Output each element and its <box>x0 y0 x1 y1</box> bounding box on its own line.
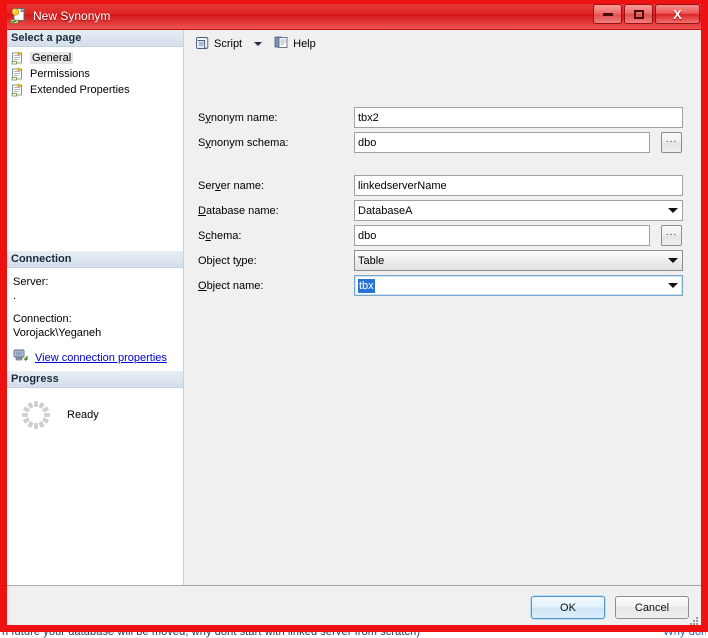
object-type-label: Object type: <box>184 255 354 267</box>
help-label: Help <box>293 37 316 50</box>
label-pre: Ser <box>198 179 216 192</box>
server-name-label: Server name: <box>184 180 354 192</box>
resize-grip-icon[interactable] <box>688 615 700 627</box>
server-name-input[interactable]: linkedserverName <box>354 175 683 196</box>
select-a-page-header: Select a page <box>5 30 183 47</box>
sidebar-item-extended-properties[interactable]: Extended Properties <box>9 82 183 98</box>
form-row-object-type: Object type: Table <box>184 250 703 271</box>
close-icon: X <box>673 6 682 22</box>
schema-label: Schema: <box>184 230 354 242</box>
new-synonym-dialog: New Synonym X Select a page General Perm… <box>4 2 704 630</box>
synonym-schema-input[interactable]: dbo <box>354 132 650 153</box>
minimize-button[interactable] <box>593 4 622 24</box>
database-name-value: DatabaseA <box>358 204 413 217</box>
script-icon <box>195 35 210 53</box>
synonym-icon <box>10 7 26 24</box>
dialog-toolbar: Script Help <box>184 30 703 57</box>
view-connection-properties-row[interactable]: View connection properties <box>13 349 183 367</box>
sidebar-item-label: Extended Properties <box>30 84 130 96</box>
label-pre: Object t <box>198 254 236 267</box>
connection-value: Vorojack\Yeganeh <box>13 327 102 339</box>
view-connection-properties-link[interactable]: View connection properties <box>35 351 167 365</box>
server-name-value: linkedserverName <box>358 179 447 192</box>
page-list: General Permissions Extended Properties <box>5 47 183 98</box>
server-block: Server: . <box>13 275 183 303</box>
synonym-name-value: tbx2 <box>358 111 379 124</box>
label-post: atabase name: <box>205 204 279 217</box>
page-icon <box>11 51 25 65</box>
synonym-schema-value: dbo <box>358 136 377 149</box>
help-icon <box>274 35 289 53</box>
window-controls: X <box>593 4 700 24</box>
form-row-schema: Schema: dbo ... <box>184 225 703 246</box>
label-post: nonym schema: <box>210 136 289 149</box>
server-label: Server: <box>13 276 49 288</box>
script-label: Script <box>214 37 243 50</box>
minimize-icon <box>602 12 613 16</box>
ok-button[interactable]: OK <box>531 596 605 619</box>
form-row-synonym-schema: Synonym schema: dbo ... <box>184 132 703 153</box>
label-accel: D <box>198 204 206 217</box>
dialog-body: Select a page General Permissions Extend… <box>5 30 703 585</box>
left-pane: Select a page General Permissions Extend… <box>5 30 184 585</box>
chevron-down-icon[interactable] <box>254 41 263 46</box>
form-row-object-name: Object name: tbx <box>184 275 703 296</box>
server-value: . <box>13 290 17 302</box>
object-name-value: tbx <box>358 278 375 293</box>
window-title: New Synonym <box>33 9 111 23</box>
progress-spinner-icon <box>19 398 53 432</box>
sidebar-item-label: Permissions <box>30 68 90 80</box>
form-row-synonym-name: Synonym name: tbx2 <box>184 107 703 128</box>
chevron-down-icon[interactable] <box>668 258 678 263</box>
sidebar-bottom-spacer <box>5 432 183 585</box>
database-name-label: Database name: <box>184 205 354 217</box>
object-type-combobox[interactable]: Table <box>354 250 683 271</box>
form-area: Synonym name: tbx2 Synonym schema: dbo .… <box>184 57 703 585</box>
server-connection-icon <box>13 349 29 367</box>
label-post: nonym name: <box>210 111 278 124</box>
label-post: hema: <box>210 229 242 242</box>
chevron-down-icon[interactable] <box>668 208 678 213</box>
label-post: er name: <box>220 179 265 192</box>
script-button[interactable]: Script <box>192 33 245 54</box>
connection-label: Connection: <box>13 313 72 325</box>
database-name-combobox[interactable]: DatabaseA <box>354 200 683 221</box>
schema-input[interactable]: dbo <box>354 225 650 246</box>
object-name-combobox[interactable]: tbx <box>354 275 683 296</box>
progress-status: Ready <box>67 409 99 421</box>
help-button[interactable]: Help <box>271 33 319 54</box>
label-post: bject name: <box>206 279 264 292</box>
form-row-database-name: Database name: DatabaseA <box>184 200 703 221</box>
form-row-server-name: Server name: linkedserverName <box>184 175 703 196</box>
schema-browse-button[interactable]: ... <box>661 225 682 246</box>
schema-value: dbo <box>358 229 377 242</box>
close-button[interactable]: X <box>655 4 700 24</box>
sidebar-item-permissions[interactable]: Permissions <box>9 66 183 82</box>
progress-info: Ready <box>5 388 183 432</box>
right-pane: Script Help Synonym name: tbx2 Synonym s… <box>184 30 703 585</box>
label-accel: O <box>198 279 207 292</box>
synonym-schema-browse-button[interactable]: ... <box>661 132 682 153</box>
label-post: pe: <box>241 254 257 267</box>
title-bar[interactable]: New Synonym X <box>5 3 703 30</box>
cancel-button[interactable]: Cancel <box>615 596 689 619</box>
synonym-schema-label: Synonym schema: <box>184 137 354 149</box>
sidebar-item-label: General <box>30 52 74 64</box>
maximize-button[interactable] <box>624 4 653 24</box>
chevron-down-icon[interactable] <box>668 283 678 288</box>
connection-block: Connection: Vorojack\Yeganeh <box>13 312 183 340</box>
connection-info: Server: . Connection: Vorojack\Yeganeh V… <box>5 268 183 371</box>
object-name-label: Object name: <box>184 280 354 292</box>
page-icon <box>11 83 25 97</box>
synonym-name-label: Synonym name: <box>184 112 354 124</box>
page-icon <box>11 67 25 81</box>
object-type-value: Table <box>358 254 385 267</box>
sidebar-item-general[interactable]: General <box>9 50 183 66</box>
maximize-icon <box>633 9 644 19</box>
connection-header: Connection <box>5 251 183 268</box>
progress-header: Progress <box>5 371 183 388</box>
dialog-footer: OK Cancel <box>5 585 703 629</box>
synonym-name-input[interactable]: tbx2 <box>354 107 683 128</box>
